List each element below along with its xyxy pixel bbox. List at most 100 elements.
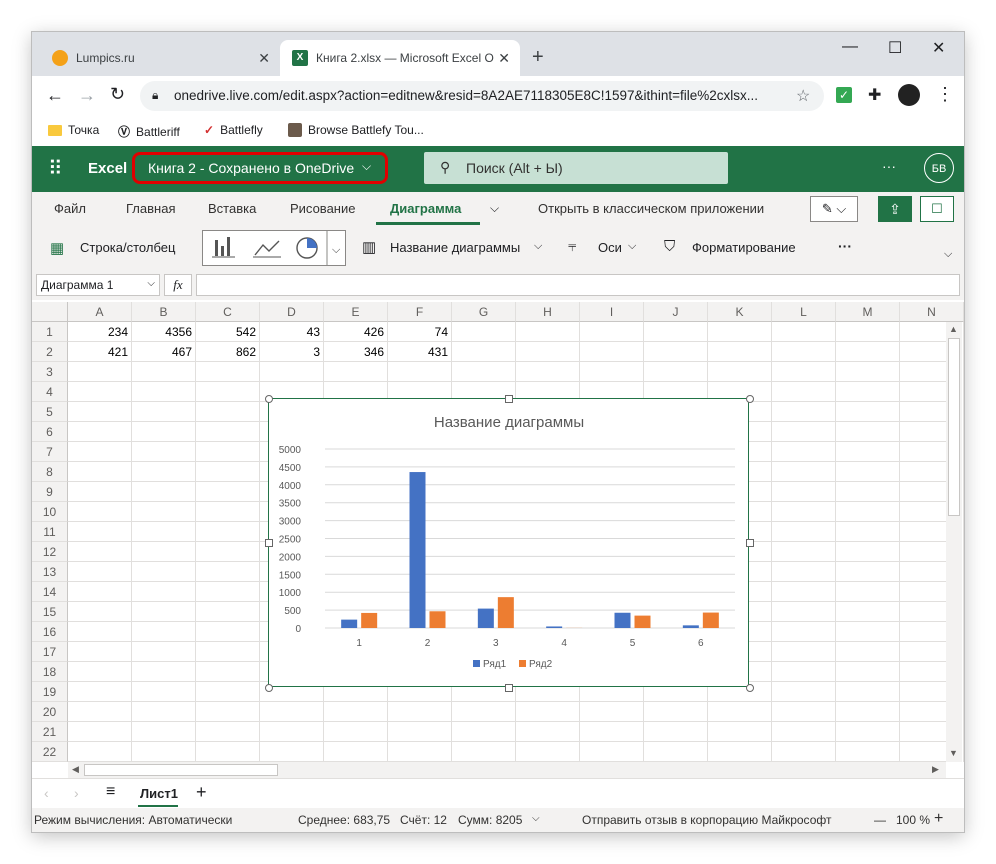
reload-icon[interactable]: ↻ [110, 84, 125, 105]
resize-handle[interactable] [265, 395, 273, 403]
tab-lumpics[interactable]: Lumpics.ru ✕ [40, 40, 280, 76]
row-header[interactable]: 8 [32, 462, 68, 482]
row-header[interactable]: 11 [32, 522, 68, 542]
line-chart-icon[interactable] [253, 240, 281, 258]
document-title[interactable]: Книга 2 - Сохранено в OneDrive [148, 160, 354, 176]
back-icon[interactable]: ← [46, 85, 64, 106]
maximize-button[interactable]: ☐ [888, 38, 902, 58]
scroll-up-icon[interactable]: ▲ [949, 324, 958, 334]
sheet-tab-list1[interactable]: Лист1 [140, 786, 178, 801]
row-header[interactable]: 12 [32, 542, 68, 562]
open-desktop-app[interactable]: Открыть в классическом приложении [538, 201, 764, 216]
row-header[interactable]: 10 [32, 502, 68, 522]
zoom-level[interactable]: 100 % [896, 813, 930, 827]
share-button[interactable]: ⇪ [878, 196, 912, 222]
cell[interactable]: 234 [68, 322, 132, 342]
row-header[interactable]: 16 [32, 622, 68, 642]
feedback-link[interactable]: Отправить отзыв в корпорацию Майкрософт [582, 813, 831, 827]
column-header[interactable]: H [516, 302, 580, 322]
row-header[interactable]: 6 [32, 422, 68, 442]
horizontal-scrollbar[interactable]: ◀ ▶ [68, 762, 946, 778]
resize-handle[interactable] [265, 539, 273, 547]
address-bar[interactable]: 🔒︎ onedrive.live.com/edit.aspx?action=ed… [140, 81, 824, 111]
row-header[interactable]: 17 [32, 642, 68, 662]
row-header[interactable]: 13 [32, 562, 68, 582]
comments-button[interactable]: ☐ [920, 196, 954, 222]
row-header[interactable]: 20 [32, 702, 68, 722]
vertical-scrollbar[interactable]: ▲ ▼ [946, 322, 962, 762]
chevron-down-icon[interactable]: ⌵ [362, 159, 371, 174]
row-header[interactable]: 21 [32, 722, 68, 742]
tab-excel[interactable]: X Книга 2.xlsx — Microsoft Excel О ✕ [280, 40, 520, 76]
cell[interactable]: 426 [324, 322, 388, 342]
resize-handle[interactable] [746, 539, 754, 547]
editing-mode-button[interactable]: ✎ ⌵ [810, 196, 858, 222]
calc-mode[interactable]: Режим вычисления: Автоматически [34, 813, 232, 827]
ribbon-expand-chevron-icon[interactable]: ⌵ [490, 201, 499, 216]
resize-handle[interactable] [746, 395, 754, 403]
close-window-button[interactable]: ✕ [932, 38, 945, 58]
search-box[interactable]: ⚲ Поиск (Alt + Ы) [424, 152, 728, 184]
app-launcher-icon[interactable]: ⠿ [48, 156, 64, 181]
cell[interactable]: 74 [388, 322, 452, 342]
zoom-in-button[interactable]: + [934, 810, 943, 828]
tab-draw[interactable]: Рисование [290, 201, 355, 216]
row-header[interactable]: 19 [32, 682, 68, 702]
profile-avatar[interactable] [898, 84, 920, 106]
resize-handle[interactable] [746, 684, 754, 692]
formula-input[interactable] [196, 274, 960, 296]
resize-handle[interactable] [265, 684, 273, 692]
cell[interactable]: 43 [260, 322, 324, 342]
tab-insert[interactable]: Вставка [208, 201, 256, 216]
browser-menu-icon[interactable]: ⋮ [936, 84, 954, 105]
new-tab-button[interactable]: + [532, 46, 544, 69]
switch-row-column-button[interactable]: Строка/столбец [80, 240, 175, 255]
tab-chart[interactable]: Диаграмма [390, 201, 461, 216]
forward-icon[interactable]: → [78, 85, 96, 106]
ribbon-collapse-chevron-icon[interactable]: ⌵ [944, 248, 952, 261]
cell[interactable]: 862 [196, 342, 260, 362]
cell[interactable]: 431 [388, 342, 452, 362]
bookmark-star-icon[interactable]: ☆ [796, 86, 810, 106]
column-chart-icon[interactable] [212, 237, 235, 258]
bookmark-browse-battlefy[interactable]: Browse Battlefy Tou... [288, 123, 424, 137]
more-options-icon[interactable]: ··· [882, 158, 896, 174]
row-header[interactable]: 2 [32, 342, 68, 362]
column-header[interactable]: I [580, 302, 644, 322]
tab-home[interactable]: Главная [126, 201, 175, 216]
cell[interactable]: 467 [132, 342, 196, 362]
column-header[interactable]: L [772, 302, 836, 322]
extension-check-icon[interactable]: ✓ [836, 87, 852, 103]
cell[interactable]: 542 [196, 322, 260, 342]
resize-handle[interactable] [505, 684, 513, 692]
row-header[interactable]: 14 [32, 582, 68, 602]
next-sheet-icon[interactable]: › [74, 785, 79, 801]
add-sheet-button[interactable]: + [196, 782, 207, 803]
scroll-down-icon[interactable]: ▼ [949, 748, 958, 758]
hscroll-thumb[interactable] [84, 764, 278, 776]
name-box[interactable]: Диаграмма 1 ⌵ [36, 274, 160, 296]
row-header[interactable]: 5 [32, 402, 68, 422]
user-avatar[interactable]: БВ [924, 153, 954, 183]
column-header[interactable]: N [900, 302, 964, 322]
cell[interactable]: 421 [68, 342, 132, 362]
row-header[interactable]: 18 [32, 662, 68, 682]
minimize-button[interactable]: — [842, 38, 858, 56]
insert-function-button[interactable]: fx [164, 274, 192, 296]
row-header[interactable]: 7 [32, 442, 68, 462]
chart-object[interactable]: Название диаграммы 0 500 1000 1500 2000 2500 30… [268, 398, 749, 687]
zoom-out-button[interactable]: — [874, 813, 886, 827]
cell[interactable]: 3 [260, 342, 324, 362]
chart-title-button[interactable]: Название диаграммы [390, 240, 520, 255]
gallery-dropdown-icon[interactable]: ⌵ [332, 244, 341, 256]
column-header[interactable]: C [196, 302, 260, 322]
bookmark-tochka[interactable]: Точка [48, 123, 99, 137]
close-tab-icon[interactable]: ✕ [498, 50, 510, 67]
formatting-button[interactable]: Форматирование [692, 240, 796, 255]
scroll-left-icon[interactable]: ◀ [72, 764, 79, 775]
more-commands-icon[interactable]: ··· [838, 238, 852, 254]
row-header[interactable]: 22 [32, 742, 68, 762]
column-header[interactable]: M [836, 302, 900, 322]
column-header[interactable]: F [388, 302, 452, 322]
select-all-corner[interactable] [32, 302, 68, 322]
